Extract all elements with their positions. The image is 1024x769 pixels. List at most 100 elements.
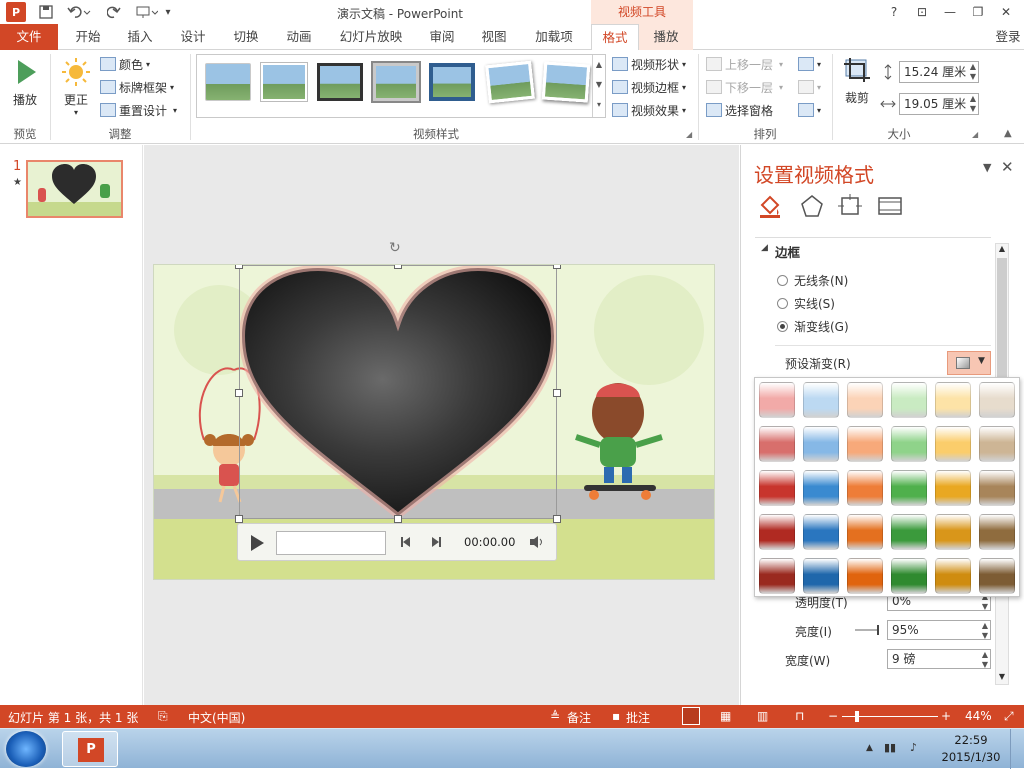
corrections-button[interactable]: 更正 ▾	[58, 56, 94, 120]
resize-handle[interactable]	[394, 265, 402, 269]
rotate-handle-icon[interactable]: ↻	[389, 241, 403, 255]
gradient-swatch[interactable]	[759, 514, 795, 550]
gradient-swatch[interactable]	[935, 514, 971, 550]
taskbar-powerpoint-button[interactable]: P	[62, 731, 118, 767]
send-backward-button[interactable]: 下移一层 ▾	[706, 77, 783, 97]
slide-thumbnail[interactable]	[26, 160, 123, 218]
help-button[interactable]: ?	[882, 3, 906, 21]
video-object[interactable]	[238, 265, 558, 520]
clock-time[interactable]: 22:59	[940, 733, 1002, 747]
resize-handle[interactable]	[235, 515, 243, 523]
start-from-beginning-icon[interactable]	[134, 3, 160, 21]
video-effects-button[interactable]: 视频效果 ▾	[612, 100, 686, 120]
redo-icon[interactable]	[104, 3, 124, 21]
powerpoint-app-icon[interactable]: P	[6, 2, 26, 22]
gradient-swatch[interactable]	[891, 382, 927, 418]
tray-expand-icon[interactable]: ▲	[866, 743, 873, 753]
seek-bar[interactable]	[276, 531, 386, 555]
gradient-swatch[interactable]	[979, 426, 1015, 462]
notes-button[interactable]: 备注	[567, 709, 591, 726]
brightness-slider[interactable]	[855, 624, 881, 636]
gradient-swatch[interactable]	[759, 558, 795, 594]
video-style-tilted[interactable]	[541, 61, 591, 103]
gradient-swatch[interactable]	[891, 558, 927, 594]
size-properties-icon[interactable]	[837, 193, 863, 219]
section-collapse-icon[interactable]: ◢	[761, 243, 768, 253]
video-settings-film-icon[interactable]	[877, 193, 903, 219]
tab-addins[interactable]: 加载项	[526, 24, 582, 50]
tab-playback[interactable]: 播放	[639, 24, 693, 50]
fit-slide-icon[interactable]: ⤢	[1004, 709, 1014, 724]
tab-format[interactable]: 格式	[591, 24, 639, 51]
gradient-swatch[interactable]	[935, 558, 971, 594]
play-button[interactable]: 播放	[8, 56, 42, 118]
size-dialog-launcher-icon[interactable]: ◢	[972, 130, 978, 139]
resize-handle[interactable]	[235, 389, 243, 397]
gradient-swatch[interactable]	[803, 382, 839, 418]
language-indicator[interactable]: 中文(中国)	[188, 709, 245, 726]
brightness-input[interactable]: 95% ▲ ▼	[887, 620, 991, 640]
crop-button[interactable]: 裁剪	[840, 56, 874, 116]
tab-animations[interactable]: 动画	[277, 24, 321, 50]
zoom-in-icon[interactable]: +	[941, 709, 951, 723]
radio-gradient-line[interactable]: 渐变线(G)	[777, 318, 849, 335]
tab-insert[interactable]: 插入	[118, 24, 162, 50]
reading-view-icon[interactable]: ▥	[757, 709, 768, 723]
rewind-icon[interactable]	[398, 534, 414, 550]
width-input[interactable]: 19.05 厘米 ▲ ▼	[899, 93, 979, 115]
radio-solid-line[interactable]: 实线(S)	[777, 295, 835, 312]
close-button[interactable]: ✕	[994, 3, 1018, 21]
tab-slideshow[interactable]: 幻灯片放映	[332, 24, 410, 50]
scroll-up-icon[interactable]: ▲	[996, 244, 1008, 256]
customize-toolbar-icon[interactable]: ▾	[162, 3, 174, 21]
reset-design-button[interactable]: 重置设计 ▾	[100, 100, 177, 120]
gradient-swatch[interactable]	[847, 470, 883, 506]
gradient-swatch[interactable]	[979, 558, 1015, 594]
gradient-swatch[interactable]	[847, 382, 883, 418]
tab-design[interactable]: 设计	[171, 24, 215, 50]
zoom-out-icon[interactable]: −	[828, 709, 838, 723]
color-button[interactable]: 颜色 ▾	[100, 54, 150, 74]
gradient-swatch[interactable]	[759, 426, 795, 462]
selection-pane-button[interactable]: 选择窗格	[706, 100, 773, 120]
zoom-slider-thumb[interactable]	[855, 711, 859, 722]
gradient-swatch[interactable]	[979, 514, 1015, 550]
pane-options-icon[interactable]: ▼	[983, 161, 991, 174]
gradient-swatch[interactable]	[979, 470, 1015, 506]
gradient-swatch[interactable]	[847, 558, 883, 594]
close-pane-icon[interactable]: ✕	[1001, 158, 1014, 176]
gradient-swatch[interactable]	[847, 426, 883, 462]
video-shape-button[interactable]: 视频形状 ▾	[612, 54, 686, 74]
preset-gradient-dropdown[interactable]: ▼	[947, 351, 991, 375]
video-border-button[interactable]: 视频边框 ▾	[612, 77, 686, 97]
volume-icon[interactable]	[528, 534, 546, 550]
line-width-input[interactable]: 9 磅 ▲ ▼	[887, 649, 991, 669]
tab-home[interactable]: 开始	[66, 24, 110, 50]
align-button[interactable]: ▾	[798, 54, 824, 74]
spellcheck-icon[interactable]: ⎘	[158, 709, 168, 724]
video-style-rotated[interactable]	[485, 60, 535, 104]
rotate-button[interactable]: ▾	[798, 100, 824, 120]
gradient-swatch[interactable]	[891, 426, 927, 462]
start-button-icon[interactable]	[6, 731, 46, 767]
fill-line-icon[interactable]	[757, 193, 783, 219]
gradient-swatch[interactable]	[803, 426, 839, 462]
height-input[interactable]: 15.24 厘米 ▲ ▼	[899, 61, 979, 83]
ribbon-display-options-button[interactable]: ⊡	[910, 3, 934, 21]
effects-pentagon-icon[interactable]	[799, 193, 825, 219]
minimize-button[interactable]: —	[938, 3, 962, 21]
gradient-swatch[interactable]	[935, 382, 971, 418]
resize-handle[interactable]	[394, 515, 402, 523]
gradient-swatch[interactable]	[759, 470, 795, 506]
forward-icon[interactable]	[428, 534, 444, 550]
undo-icon[interactable]	[64, 3, 94, 21]
video-styles-gallery[interactable]: ▲ ▼ ▾	[196, 54, 606, 118]
tab-transitions[interactable]: 切换	[224, 24, 268, 50]
slideshow-view-icon[interactable]: ⊓	[795, 709, 804, 723]
resize-handle[interactable]	[553, 515, 561, 523]
gradient-swatch[interactable]	[803, 558, 839, 594]
gradient-swatch[interactable]	[803, 514, 839, 550]
poster-frame-button[interactable]: 标牌框架 ▾	[100, 77, 174, 97]
gradient-swatch[interactable]	[803, 470, 839, 506]
gradient-swatch[interactable]	[847, 514, 883, 550]
